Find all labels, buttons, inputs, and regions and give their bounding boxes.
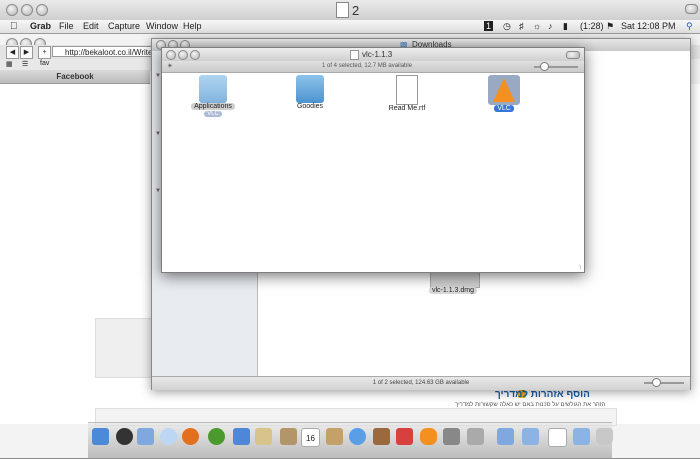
vlc-titlebar[interactable]: vlc-1.1.3: [162, 48, 584, 61]
vlc-toolbar: ✴ 1 of 4 selected, 12.7 MB available: [162, 61, 584, 73]
menu-edit[interactable]: Edit: [83, 21, 99, 31]
iphoto-icon[interactable]: [326, 428, 343, 445]
tab-label: Facebook: [56, 72, 94, 81]
bookmarks-list-icon[interactable]: ☰: [22, 60, 28, 68]
document-icon: [396, 75, 418, 105]
bluetooth-icon[interactable]: ♯: [519, 21, 524, 31]
spaces-badge[interactable]: 1: [484, 21, 494, 31]
firefox-icon[interactable]: [182, 428, 199, 445]
bookmarks-bar: ▦ ☰ fav: [0, 59, 160, 70]
applications-folder-icon: [199, 75, 227, 103]
address-book-icon[interactable]: [280, 428, 297, 445]
photo-booth-icon[interactable]: [373, 428, 390, 445]
menu-app[interactable]: Grab: [30, 21, 51, 31]
resize-grip-icon[interactable]: ∖: [578, 264, 582, 271]
dashboard-icon[interactable]: [116, 428, 133, 445]
item-label: Goodies: [296, 103, 324, 110]
calendar-day: 16: [306, 434, 315, 443]
vlc-close-button[interactable]: [166, 50, 176, 60]
url-field[interactable]: http://bekaloot.co.il/Write: [52, 46, 162, 57]
clock[interactable]: Sat 12:08 PM: [621, 21, 676, 31]
system-preferences-icon[interactable]: [443, 428, 460, 445]
minimize-button[interactable]: [21, 4, 33, 16]
vlc-status-text: 1 of 4 selected, 12.7 MB available: [322, 63, 413, 69]
utorrent-icon[interactable]: [208, 428, 225, 445]
menubar:  Grab File Edit Capture Window Help 1 ◷…: [0, 20, 700, 34]
mail-icon[interactable]: [137, 428, 154, 445]
close-button[interactable]: [6, 4, 18, 16]
back-button[interactable]: ◀: [6, 46, 19, 59]
item-readme[interactable]: Read Me.rtf: [372, 75, 442, 112]
apple-menu-icon[interactable]: : [10, 21, 18, 32]
downloads-status-bar: 1 of 2 selected, 124.63 GB available: [152, 376, 690, 390]
item-vlc-app[interactable]: VLC: [469, 75, 539, 112]
ical-icon[interactable]: 16: [301, 428, 320, 447]
item-label: Applications: [191, 103, 235, 110]
item-applications[interactable]: Applications VLC: [178, 75, 248, 117]
time-machine-icon[interactable]: ◷: [503, 21, 511, 32]
action-gear-icon[interactable]: ✴: [167, 62, 173, 70]
applications-stack-icon[interactable]: [497, 428, 514, 445]
item-label: VLC: [494, 105, 514, 112]
trash-icon[interactable]: [596, 428, 613, 445]
vlc-zoom-button[interactable]: [190, 50, 200, 60]
volume-icon[interactable]: ♪: [548, 21, 553, 31]
downloads-icon-size-slider[interactable]: [644, 382, 684, 384]
add-bookmark-button[interactable]: +: [38, 46, 51, 59]
safari-icon[interactable]: [160, 428, 177, 445]
zoom-button[interactable]: [36, 4, 48, 16]
item-label: Read Me.rtf: [388, 105, 426, 112]
xcode-icon[interactable]: [233, 428, 250, 445]
vlc-minimize-button[interactable]: [178, 50, 188, 60]
menu-capture[interactable]: Capture: [108, 21, 140, 31]
bookmark-fav[interactable]: fav: [40, 60, 49, 67]
menu-window[interactable]: Window: [146, 21, 178, 31]
window-title: 2: [352, 3, 360, 18]
section-heading: הוסף אזהרות למדריך: [495, 389, 590, 400]
vlc-dock-icon[interactable]: [420, 428, 437, 445]
drag-badge: VLC: [204, 111, 222, 117]
preview-icon[interactable]: [255, 428, 272, 445]
vlc-toolbar-toggle-button[interactable]: [566, 51, 580, 59]
documents-stack-icon[interactable]: [522, 428, 539, 445]
bookmarks-icon[interactable]: ▦: [6, 60, 13, 68]
flag-icon[interactable]: ⚑: [606, 21, 614, 32]
vlc-volume-window: vlc-1.1.3 ✴ 1 of 4 selected, 12.7 MB ava…: [161, 47, 585, 273]
downloads-slider-knob[interactable]: [652, 378, 661, 387]
grab-titlebar[interactable]: 2: [0, 0, 700, 21]
toolbar-toggle-button[interactable]: [685, 4, 698, 14]
goodies-folder-icon: [296, 75, 324, 103]
document-icon: [336, 2, 349, 18]
spotlight-icon[interactable]: ⚲: [686, 21, 693, 32]
downloads-status-text: 1 of 2 selected, 124.63 GB available: [372, 380, 470, 386]
finder-icon[interactable]: [92, 428, 109, 445]
vlc-slider-knob[interactable]: [540, 62, 549, 71]
vlc-cone-icon: [488, 75, 520, 105]
itunes-icon[interactable]: [349, 428, 366, 445]
document-stack-icon[interactable]: [548, 428, 567, 447]
menu-help[interactable]: Help: [183, 21, 202, 31]
downloads-stack-icon[interactable]: [573, 428, 590, 445]
menu-file[interactable]: File: [59, 21, 74, 31]
item-goodies[interactable]: Goodies: [275, 75, 345, 110]
vlc-window-title: vlc-1.1.3: [362, 50, 393, 59]
grab-icon[interactable]: [467, 428, 484, 445]
system-app-icon[interactable]: [396, 428, 413, 445]
battery-time[interactable]: (1:28): [580, 21, 604, 31]
dmg-file-label[interactable]: vlc-1.1.3.dmg: [429, 287, 478, 294]
browser-tab-facebook[interactable]: Facebook: [0, 70, 150, 84]
page-placeholder-box: [95, 318, 157, 378]
wifi-icon[interactable]: ☼: [533, 21, 541, 31]
forward-button[interactable]: ▶: [20, 46, 33, 59]
battery-icon[interactable]: ▮: [563, 21, 568, 32]
disk-icon: [350, 50, 359, 60]
